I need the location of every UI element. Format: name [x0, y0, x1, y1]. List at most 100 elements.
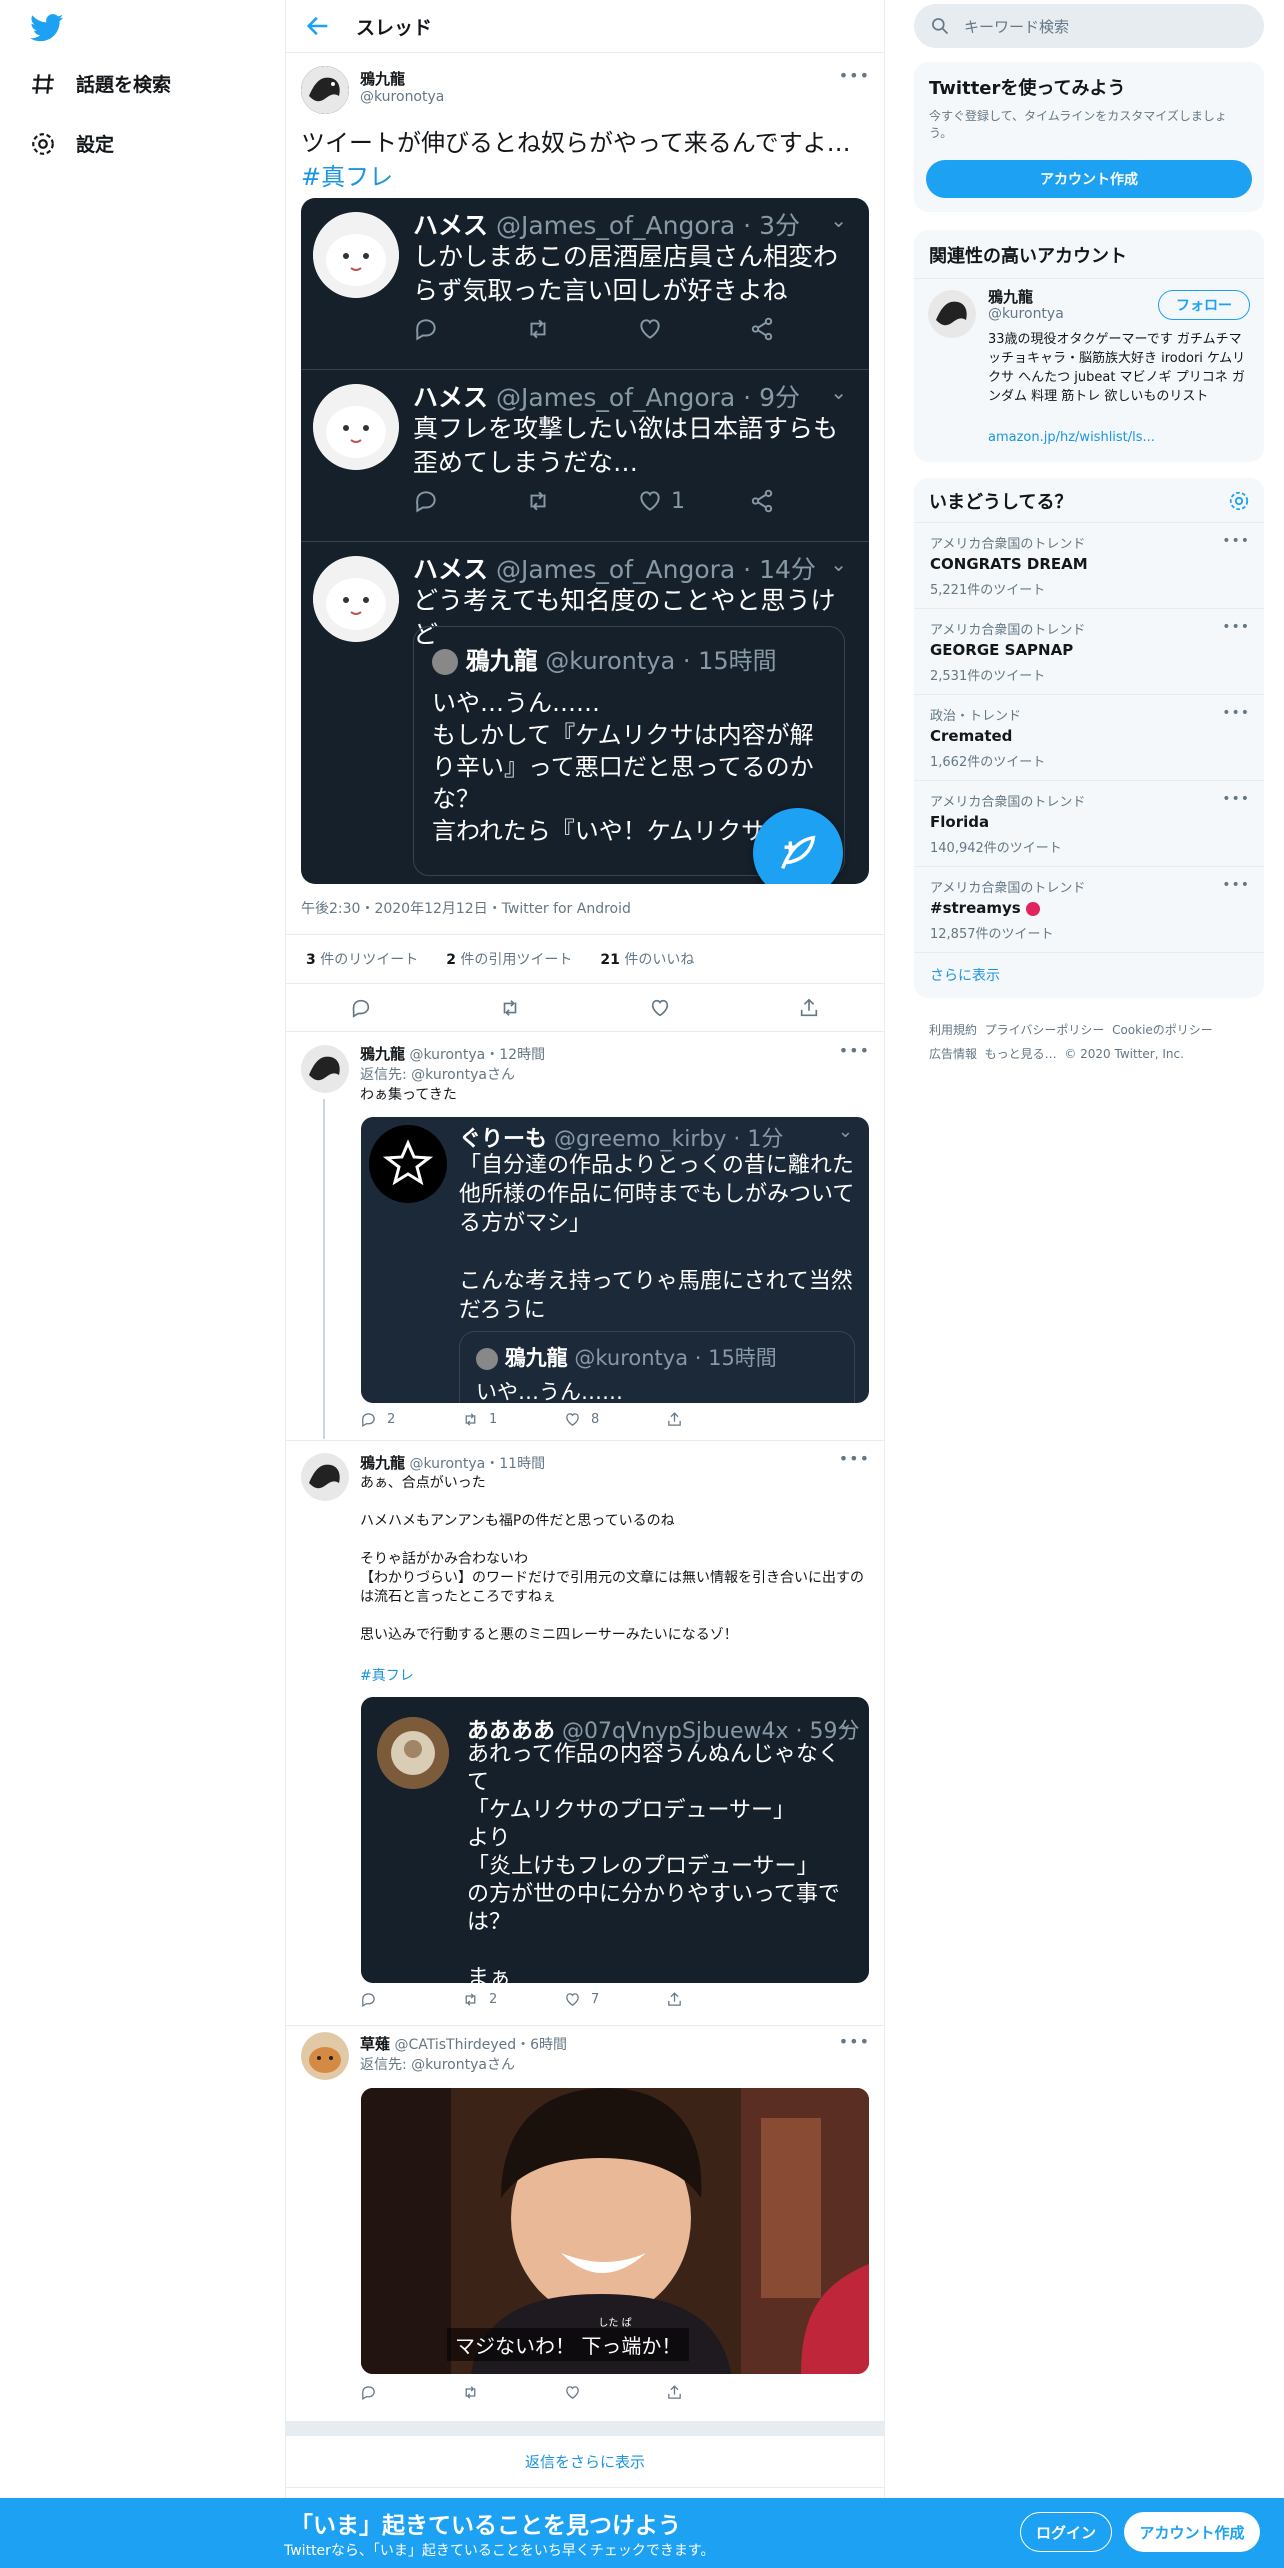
- trend-item[interactable]: 政治・トレンド Cremated 1,662件のツイート •••: [914, 694, 1264, 780]
- search-box[interactable]: キーワード検索: [914, 4, 1264, 48]
- copyright: © 2020 Twitter, Inc.: [1064, 1047, 1184, 1061]
- avatar[interactable]: [928, 290, 976, 338]
- search-input[interactable]: キーワード検索: [964, 16, 1069, 37]
- attached-screenshot[interactable]: ぐりーも @greemo_kirby · 1分 ⌄ 「自分達の作品よりとっくの昔…: [361, 1117, 869, 1403]
- trend-item[interactable]: アメリカ合衆国のトレンド GEORGE SAPNAP 2,531件のツイート •••: [914, 608, 1264, 694]
- trend-item[interactable]: アメリカ合衆国のトレンド Florida 140,942件のツイート •••: [914, 780, 1264, 866]
- embed-tweet-header: ハメス @James_of_Angora · 14分: [413, 555, 816, 584]
- signup-card: Twitterを使ってみよう 今すぐ登録して、タイムラインをカスタマイズしましょ…: [914, 62, 1264, 212]
- quoted-tweet: 鴉九龍 @kurontya · 15時間 いや…うん……: [459, 1331, 855, 1403]
- share-button[interactable]: [666, 1411, 768, 1428]
- like-button[interactable]: 7: [564, 1991, 666, 2008]
- reply-to-link[interactable]: @kurontya: [411, 2057, 487, 2073]
- hashtag-icon: [32, 73, 54, 94]
- gif-caption: マジないわ！ 下っ端か！: [447, 2328, 690, 2361]
- gear-icon[interactable]: [1228, 490, 1250, 512]
- share-button[interactable]: [666, 2384, 768, 2401]
- show-more-trends-link[interactable]: さらに表示: [914, 952, 1264, 997]
- share-icon[interactable]: [798, 997, 820, 1019]
- account-bio: 33歳の現役オタクゲーマーです ガチムチマッチョキャラ・脳筋族大好き irodo…: [988, 332, 1246, 404]
- back-arrow-icon[interactable]: [304, 12, 332, 40]
- author-name[interactable]: 鴉九龍: [360, 68, 405, 89]
- embed-tweet-2: ハメス @James_of_Angora · 9分 ⌄ 真フレを攻撃したい欲は日…: [301, 370, 869, 542]
- like-button[interactable]: [564, 2384, 666, 2401]
- trends-card: いまどうしてる？ アメリカ合衆国のトレンド CONGRATS DREAM 5,221…: [914, 478, 1264, 998]
- embed-tweet-actions: 1: [413, 488, 861, 514]
- chevron-down-icon: ⌄: [830, 208, 847, 232]
- avatar[interactable]: [301, 2032, 349, 2080]
- embed-tweet-actions: [413, 316, 861, 342]
- footer-link[interactable]: Cookieのポリシー: [1112, 1023, 1213, 1037]
- reply-button[interactable]: [360, 2384, 462, 2401]
- footer-link[interactable]: 利用規約: [929, 1023, 977, 1037]
- like-icon[interactable]: [649, 997, 671, 1019]
- author-handle[interactable]: @kuronotya: [360, 89, 444, 105]
- hashtag-link[interactable]: #真フレ: [301, 160, 851, 194]
- reply-header: 鴉九龍 @kurontya・12時間: [360, 1045, 546, 1063]
- create-account-button[interactable]: アカウント作成: [926, 160, 1252, 198]
- quote-count[interactable]: 2 件の引用ツイート: [446, 949, 572, 969]
- nav-settings-label: 設定: [76, 134, 115, 156]
- more-icon[interactable]: •••: [839, 2032, 870, 2051]
- retweet-button[interactable]: [462, 2384, 564, 2401]
- retweet-icon: [465, 1993, 476, 2006]
- reply-tweet[interactable]: 鴉九龍 @kurontya・11時間 ••• あぁ、合点がいった ハメハメもアン…: [286, 1441, 884, 2026]
- footer-link[interactable]: もっと見る…: [985, 1047, 1057, 1061]
- like-icon: [637, 316, 749, 342]
- embed-tweet-text: 真フレを攻撃したい欲は日本語すらも歪めてしまうだな…: [413, 414, 839, 477]
- avatar: [476, 1348, 498, 1370]
- wishlist-link[interactable]: amazon.jp/hz/wishlist/ls...: [988, 430, 1155, 445]
- trends-title: いまどうしてる？: [929, 492, 1073, 513]
- trend-item[interactable]: アメリカ合衆国のトレンド CONGRATS DREAM 5,221件のツイート •••: [914, 522, 1264, 608]
- avatar[interactable]: [301, 66, 349, 114]
- reply-icon: [362, 1993, 375, 2008]
- retweet-icon: [465, 2386, 476, 2399]
- trend-item[interactable]: アメリカ合衆国のトレンド #streamys 12,857件のツイート •••: [914, 866, 1264, 952]
- more-icon[interactable]: •••: [839, 1041, 870, 1060]
- retweet-count[interactable]: 3 件のリツイート: [306, 949, 418, 969]
- retweet-button[interactable]: 1: [462, 1411, 564, 1428]
- reply-to-link[interactable]: @kurontya: [411, 1067, 487, 1083]
- footer-link[interactable]: 広告情報: [929, 1047, 977, 1061]
- avatar[interactable]: [301, 1453, 349, 1501]
- more-icon: •••: [1222, 877, 1250, 893]
- embed-tweet-text: 「自分達の作品よりとっくの昔に離れた他所様の作品に何時までもしがみついてる方がマ…: [459, 1153, 855, 1323]
- follow-button[interactable]: フォロー: [1158, 290, 1250, 320]
- nav-explore[interactable]: 話題を検索: [30, 70, 171, 97]
- tweet-timestamp: 午後2:30・2020年12月12日・Twitter for Android: [301, 901, 631, 917]
- reply-tweet[interactable]: 鴉九龍 @kurontya・12時間 ••• 返信先: @kurontyaさん …: [286, 1033, 884, 1441]
- thread-header: スレッド: [286, 0, 884, 53]
- like-count[interactable]: 21 件のいいね: [600, 949, 694, 969]
- like-button[interactable]: 8: [564, 1411, 666, 1428]
- twitter-logo-icon[interactable]: [30, 14, 64, 42]
- gif-image[interactable]: した ぱ マジないわ！ 下っ端か！: [361, 2088, 869, 2374]
- show-more-replies-link[interactable]: 返信をさらに表示: [286, 2436, 884, 2488]
- reply-icon: [362, 1413, 375, 1428]
- reply-button[interactable]: 2: [360, 1411, 462, 1428]
- reply-button[interactable]: [360, 1991, 462, 2008]
- share-icon: [668, 2385, 681, 2399]
- relevant-title: 関連性の高いアカウント: [929, 246, 1127, 267]
- footer-link[interactable]: プライバシーポリシー: [985, 1023, 1105, 1037]
- avatar[interactable]: [301, 1045, 349, 1093]
- chevron-down-icon: ⌄: [830, 380, 847, 404]
- signup-button[interactable]: アカウント作成: [1124, 2512, 1260, 2552]
- reply-icon[interactable]: [350, 997, 372, 1019]
- account-name[interactable]: 鴉九龍: [988, 286, 1033, 307]
- reply-tweet[interactable]: 草薙 @CATisThirdeyed・6時間 ••• 返信先: @kuronty…: [286, 2026, 884, 2422]
- login-button[interactable]: ログイン: [1020, 2512, 1112, 2552]
- share-button[interactable]: [666, 1991, 768, 2008]
- retweet-button[interactable]: 2: [462, 1991, 564, 2008]
- cat-avatar: [313, 212, 399, 298]
- page-title: スレッド: [356, 16, 433, 39]
- sidebar-footer: 利用規約 プライバシーポリシー Cookieのポリシー 広告情報 もっと見る… …: [929, 1018, 1249, 1066]
- more-icon: •••: [1222, 705, 1250, 721]
- hashtag-link[interactable]: #真フレ: [360, 1665, 414, 1685]
- more-icon[interactable]: •••: [839, 66, 870, 85]
- retweet-icon[interactable]: [499, 997, 521, 1019]
- quoted-tweet-text: いや…うん……: [476, 1380, 623, 1403]
- nav-settings[interactable]: 設定: [30, 130, 114, 157]
- attached-screenshot[interactable]: ああああ @07qVnypSjbuew4x · 59分 ⌄ あれって作品の内容う…: [361, 1697, 869, 1983]
- more-icon[interactable]: •••: [839, 1449, 870, 1468]
- attached-screenshot[interactable]: ハメス @James_of_Angora · 3分 ⌄ しかしまあこの居酒屋店員…: [301, 198, 869, 884]
